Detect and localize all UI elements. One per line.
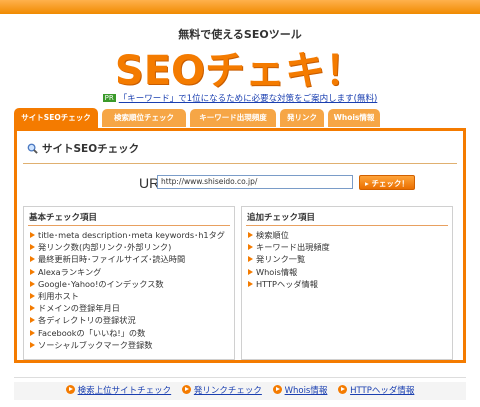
list-item: Alexaランキング [30, 266, 234, 278]
site-seo-check-panel: サイトSEOチェック URL http://www.shiseido.co.jp… [14, 128, 466, 363]
site-logo[interactable]: SEOチェキ！ [0, 38, 480, 96]
pr-notice: PR 「キーワード」で1位になるために必要な対策をご案内します(無料) [0, 92, 480, 104]
list-item: Whois情報 [248, 266, 452, 278]
panel-title-text: サイトSEOチェック [42, 143, 140, 155]
basic-check-title: 基本チェック項目 [28, 207, 230, 226]
list-item: 発リンク数(内部リンク･外部リンク) [30, 241, 234, 253]
footer-links: 検索上位サイトチェック 発リンクチェック Whois情報 HTTPヘッダ情報 [14, 382, 466, 400]
arrow-circle-icon [338, 385, 348, 394]
list-item: Facebookの「いいね!」の数 [30, 327, 234, 339]
pr-notice-link[interactable]: 「キーワード」で1位になるために必要な対策をご案内します(無料) [119, 94, 378, 104]
panel-divider [23, 163, 457, 164]
list-item: 最終更新日時･ファイルサイズ･読込時間 [30, 253, 234, 265]
footer-link-top-site-check[interactable]: 検索上位サイトチェック [65, 382, 172, 400]
tab-whois[interactable]: Whois情報 [328, 109, 380, 127]
footer-link-label: 発リンクチェック [193, 386, 262, 396]
additional-check-list: 検索順位 キーワード出現頻度 発リンク一覧 Whois情報 HTTPヘッダ情報 [242, 229, 452, 290]
search-icon [27, 143, 38, 154]
list-item: Google･Yahoo!のインデックス数 [30, 278, 234, 290]
footer-link-outbound-check[interactable]: 発リンクチェック [181, 382, 262, 400]
tab-outbound-links[interactable]: 発リンク [280, 109, 324, 127]
list-item: 検索順位 [248, 229, 452, 241]
footer-link-http-header[interactable]: HTTPヘッダ情報 [338, 382, 414, 400]
check-button-label: チェック！ [371, 179, 409, 188]
footer-link-label: Whois情報 [284, 386, 328, 396]
list-item: HTTPヘッダ情報 [248, 278, 452, 290]
list-item: 利用ホスト [30, 290, 234, 302]
arrow-circle-icon [65, 385, 75, 394]
footer-divider [14, 377, 466, 378]
tab-site-seo-check[interactable]: サイトSEOチェック [14, 108, 98, 128]
pr-badge: PR [102, 94, 116, 102]
footer-link-label: 検索上位サイトチェック [77, 386, 172, 396]
top-orange-bar [0, 0, 480, 14]
footer-link-label: HTTPヘッダ情報 [350, 386, 415, 396]
tab-keyword-frequency[interactable]: キーワード出現頻度 [190, 109, 276, 127]
basic-check-box: 基本チェック項目 title･meta description･meta key… [23, 206, 235, 360]
list-item: ドメインの登録年月日 [30, 302, 234, 314]
list-item: title･meta description･meta keywords･h1タ… [30, 229, 234, 241]
url-input[interactable]: http://www.shiseido.co.jp/ [157, 175, 353, 189]
tab-search-rank-check[interactable]: 検索順位チェック [102, 109, 186, 127]
basic-check-list: title･meta description･meta keywords･h1タ… [24, 229, 234, 351]
additional-check-title: 追加チェック項目 [246, 207, 448, 226]
panel-title: サイトSEOチェック [27, 141, 139, 156]
arrow-circle-icon [272, 385, 282, 394]
list-item: 各ディレクトリの登録状況 [30, 314, 234, 326]
check-button[interactable]: ▸ チェック！ [359, 175, 415, 190]
arrow-circle-icon [181, 385, 191, 394]
list-item: キーワード出現頻度 [248, 241, 452, 253]
additional-check-box: 追加チェック項目 検索順位 キーワード出現頻度 発リンク一覧 Whois情報 H… [241, 206, 453, 360]
list-item: 発リンク一覧 [248, 253, 452, 265]
list-item: ソーシャルブックマーク登録数 [30, 339, 234, 351]
footer-link-whois[interactable]: Whois情報 [272, 382, 328, 400]
